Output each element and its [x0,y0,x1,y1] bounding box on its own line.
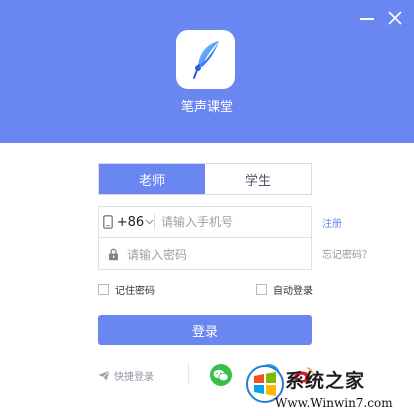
tab-student[interactable]: 学生 [205,164,311,194]
feather-pen-icon [192,40,219,79]
remember-checkbox-box[interactable] [98,284,109,295]
phone-icon [99,207,117,238]
phone-input[interactable] [161,208,311,236]
minimize-button[interactable] [356,7,378,29]
forgot-password-link[interactable]: 忘记密码？ [322,246,372,261]
remember-password-checkbox[interactable]: 记住密码 [98,282,155,297]
watermark-title: 系统之家 [285,370,366,392]
auto-login-label: 自动登录 [273,286,313,297]
wechat-login-button[interactable] [210,364,232,386]
chevron-down-icon[interactable] [144,219,154,225]
app-logo [176,30,235,89]
close-icon [388,11,402,25]
app-name: 笔声课堂 [180,100,233,115]
password-row [99,239,311,270]
auto-login-checkbox[interactable]: 自动登录 [256,282,313,297]
login-form: +86 [98,206,312,270]
login-button[interactable]: 登录 [98,315,312,345]
auto-login-checkbox-box[interactable] [256,284,267,295]
close-button[interactable] [384,7,406,29]
watermark-url: Www.Winwin7.com [275,396,393,410]
quick-login-label: 快捷登录 [114,372,154,383]
tab-teacher[interactable]: 老师 [99,164,205,194]
remember-password-label: 记住密码 [115,286,155,297]
bottom-divider [188,362,189,384]
paper-plane-icon [98,370,110,381]
lock-icon [99,239,127,270]
phone-row: +86 [99,207,311,238]
wechat-icon [213,369,229,381]
role-tabs: 老师 学生 [98,163,312,195]
header-banner: 笔声课堂 [0,0,414,143]
password-input[interactable] [127,240,311,269]
country-code[interactable]: +86 [117,215,144,230]
quick-login-link[interactable]: 快捷登录 [98,368,154,383]
watermark: 系统之家 Www.Winwin7.com [245,362,414,416]
minimize-icon [360,18,374,20]
register-link[interactable]: 注册 [322,215,342,230]
code-divider [154,214,155,230]
